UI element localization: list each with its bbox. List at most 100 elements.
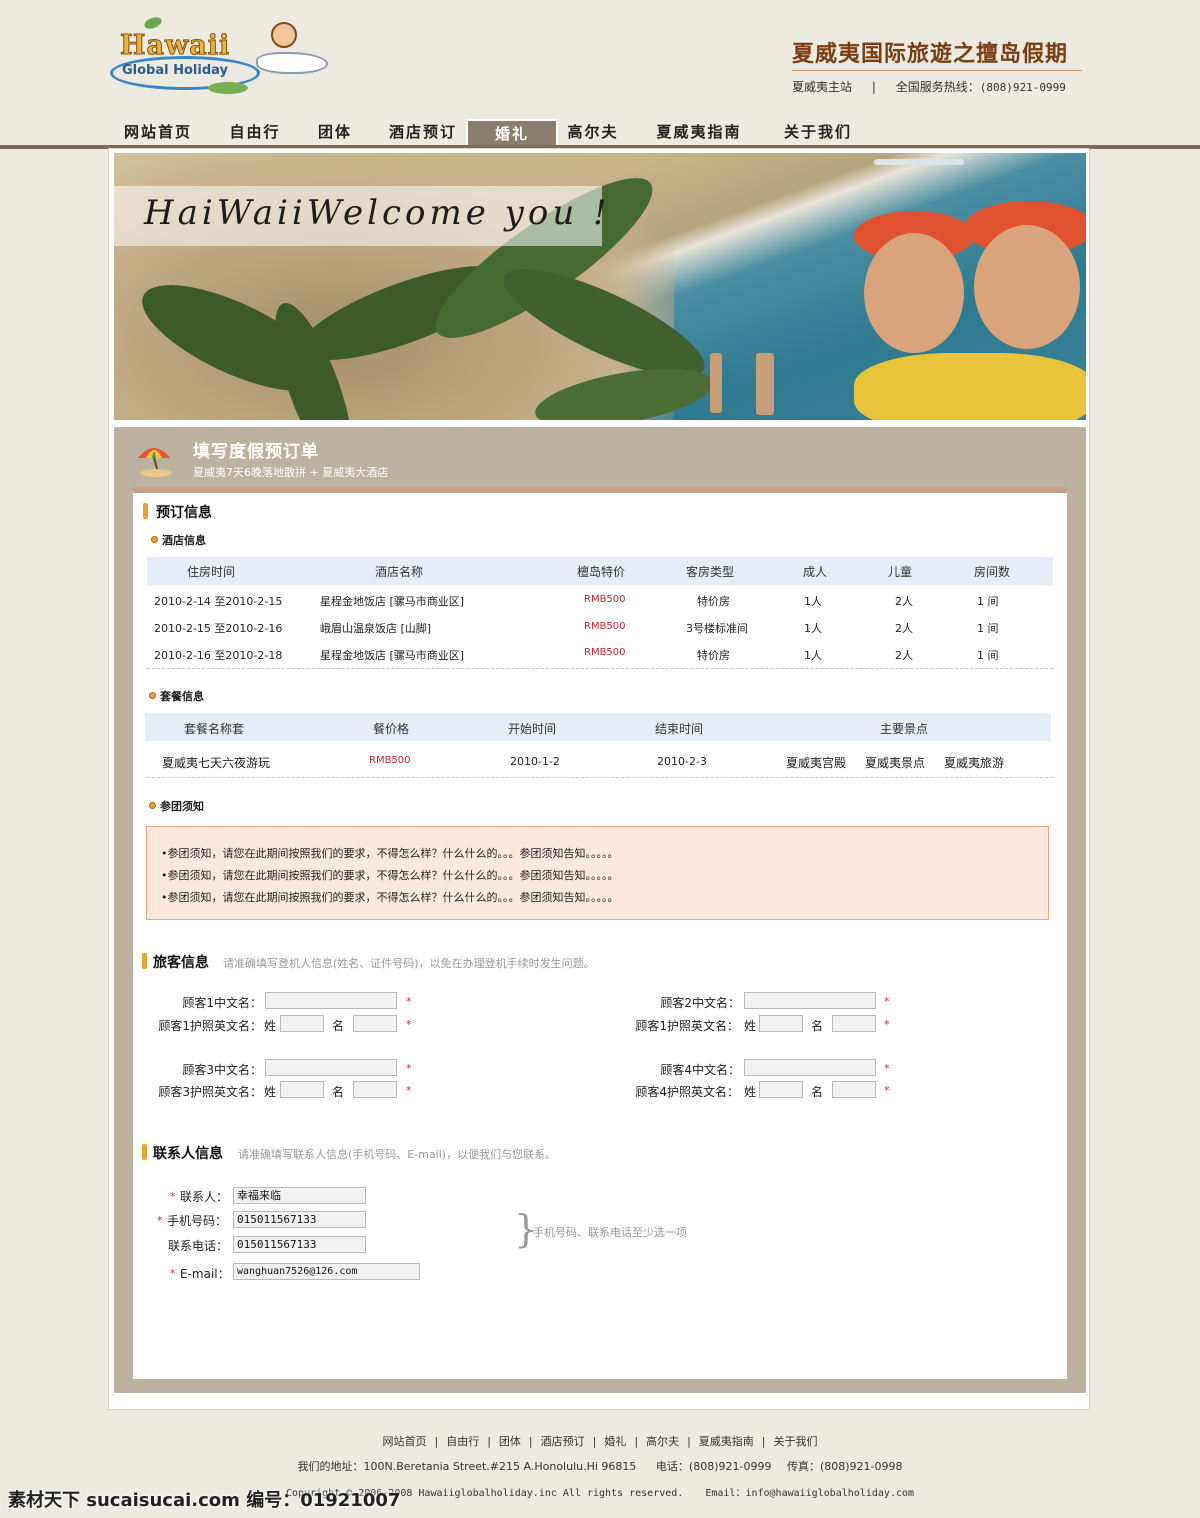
col-room-type: 客房类型 — [686, 565, 735, 579]
nav-item-free-travel[interactable]: 自由行 — [222, 119, 288, 145]
cell-hotel: 星程金地饭店 [骡马市商业区] — [320, 649, 465, 662]
cell-children: 2人 — [895, 649, 913, 662]
nav-item-about[interactable]: 关于我们 — [776, 119, 860, 145]
banner-title: HaiWaiiWelcome you ! — [144, 193, 611, 233]
traveler2-given-input[interactable] — [832, 1015, 876, 1032]
footer-separator: | — [761, 1435, 766, 1448]
traveler3-given-input[interactable] — [353, 1081, 397, 1098]
col-children: 儿童 — [888, 565, 913, 579]
traveler4-cn-name-input[interactable] — [744, 1059, 876, 1076]
contact-heading: 联系人信息 — [153, 1146, 223, 1162]
nav-item-wedding[interactable]: 婚礼 — [466, 119, 558, 145]
notice-box: •参团须知，请您在此期间按照我们的要求，不得怎么样？什么什么的。。。参团须知告知… — [146, 826, 1049, 920]
watermark: 素材天下 sucaisucai.com 编号：01921007 — [8, 1490, 401, 1511]
nav-item-home[interactable]: 网站首页 — [116, 119, 200, 145]
footer-links: 网站首页 | 自由行 | 团体 | 酒店预订 | 婚礼 | 高尔夫 | 夏威夷指南 | 关于我们 — [0, 1433, 1200, 1449]
travelers-heading: 旅客信息 — [153, 955, 209, 971]
main-site-link[interactable]: 夏威夷主站 — [792, 80, 852, 94]
cell-price: RMB500 — [584, 647, 626, 658]
col-adults: 成人 — [803, 565, 828, 579]
footer-address-line: 我们的地址：100N.Beretania Street.#215 A.Honol… — [0, 1458, 1200, 1474]
contact-name-label: 联系人： — [180, 1190, 229, 1204]
traveler2-surname-input[interactable] — [759, 1015, 803, 1032]
cell-attraction: 夏威夷旅游 — [944, 756, 1005, 770]
cell-room-type: 特价房 — [697, 595, 730, 608]
traveler2-en-label: 顾客1护照英文名： — [635, 1019, 739, 1033]
cell-adults: 1人 — [804, 595, 822, 608]
leaf-icon — [142, 15, 164, 31]
phone-label: 联系电话： — [168, 1239, 229, 1253]
mobile-input[interactable]: 015011567133 — [233, 1211, 366, 1228]
traveler3-en-label: 顾客3护照英文名： — [158, 1085, 262, 1099]
col-rooms: 房间数 — [974, 565, 1011, 579]
col-special-price: 檀岛特价 — [577, 565, 626, 579]
cell-hotel: 星程金地饭店 [骡马市商业区] — [320, 595, 465, 608]
footer-separator: | — [687, 1435, 691, 1448]
nav-item-golf[interactable]: 高尔夫 — [560, 119, 626, 145]
site-logo[interactable]: Hawaii Global Holiday — [108, 15, 338, 98]
given-name-label: 名 — [332, 1019, 345, 1033]
traveler1-en-label: 顾客1护照英文名： — [158, 1019, 262, 1033]
notice-line: •参团须知，请您在此期间按照我们的要求，不得怎么样？什么什么的。。。参团须知告知… — [161, 847, 619, 860]
airplane-icon — [256, 52, 328, 74]
section-marker — [143, 503, 148, 519]
nav-item-guide[interactable]: 夏威夷指南 — [648, 119, 750, 145]
email-input[interactable]: wanghuan7526@126.com — [233, 1263, 420, 1280]
beach-person — [756, 353, 774, 415]
footer-link-home[interactable]: 网站首页 — [382, 1435, 426, 1448]
cell-price: RMB500 — [584, 594, 626, 605]
cell-end-date: 2010-2-3 — [657, 755, 707, 768]
footer-tel: 电话：(808)921-0999 — [655, 1460, 772, 1473]
booking-heading: 预订信息 — [156, 505, 212, 521]
hero-banner: HaiWaiiWelcome you ! — [114, 153, 1086, 420]
notice-heading: 参团须知 — [160, 800, 204, 813]
traveler4-en-label: 顾客4护照英文名： — [635, 1085, 739, 1099]
required-mark: * — [406, 1062, 412, 1075]
phone-input[interactable]: 015011567133 — [233, 1236, 366, 1253]
traveler4-surname-input[interactable] — [759, 1081, 803, 1098]
cell-dates: 2010-2-14 至2010-2-15 — [154, 595, 283, 608]
required-mark: * — [884, 1018, 890, 1031]
footer-link-hotel[interactable]: 酒店预订 — [541, 1435, 585, 1448]
contact-hint: 手机号码、联系电话至少选一项 — [533, 1226, 687, 1239]
cell-rooms: 1 间 — [977, 622, 999, 635]
travelers-note: 请准确填写登机人信息(姓名、证件号码)，以免在办理登机手续时发生问题。 — [223, 957, 595, 970]
nav-item-group[interactable]: 团体 — [310, 119, 360, 145]
footer-link-about[interactable]: 关于我们 — [774, 1435, 818, 1448]
email-label: E-mail： — [180, 1267, 230, 1281]
footer-link-wedding[interactable]: 婚礼 — [604, 1435, 626, 1448]
notice-line: •参团须知，请您在此期间按照我们的要求，不得怎么样？什么什么的。。。参团须知告知… — [161, 891, 619, 904]
traveler4-given-input[interactable] — [832, 1081, 876, 1098]
divider — [147, 668, 1053, 669]
required-mark: * — [170, 1190, 176, 1203]
col-package-price: 餐价格 — [373, 722, 410, 736]
contact-name-input[interactable]: 幸福来临 — [233, 1187, 366, 1204]
footer-link-free-travel[interactable]: 自由行 — [446, 1435, 479, 1448]
surfboard — [874, 159, 964, 165]
traveler1-surname-input[interactable] — [280, 1015, 324, 1032]
footer-separator: | — [487, 1435, 491, 1448]
cell-attraction: 夏威夷景点 — [865, 756, 926, 770]
traveler3-surname-input[interactable] — [280, 1081, 324, 1098]
footer-link-golf[interactable]: 高尔夫 — [646, 1435, 679, 1448]
surname-label: 姓 — [744, 1019, 757, 1033]
footer-link-group[interactable]: 团体 — [499, 1435, 521, 1448]
hotline-number: (808)921-0999 — [979, 81, 1066, 94]
footer-link-guide[interactable]: 夏威夷指南 — [699, 1435, 754, 1448]
required-mark: * — [884, 1084, 890, 1097]
required-mark: * — [884, 995, 890, 1008]
separator: | — [871, 80, 876, 94]
notice-line: •参团须知，请您在此期间按照我们的要求，不得怎么样？什么什么的。。。参团须知告知… — [161, 869, 619, 882]
traveler1-given-input[interactable] — [353, 1015, 397, 1032]
nav-item-hotel[interactable]: 酒店预订 — [382, 119, 464, 145]
flower-lei — [854, 353, 1086, 420]
traveler3-cn-name-input[interactable] — [265, 1059, 397, 1076]
traveler2-cn-name-input[interactable] — [744, 992, 876, 1009]
section-marker — [142, 1144, 147, 1160]
given-name-label: 名 — [811, 1085, 824, 1099]
footer-email[interactable]: Email：info@hawaiiglobalholiday.com — [705, 1488, 914, 1499]
traveler3-cn-label: 顾客3中文名： — [182, 1063, 262, 1077]
beach-umbrella-icon — [138, 448, 172, 477]
footer-separator: | — [434, 1435, 439, 1448]
traveler1-cn-name-input[interactable] — [265, 992, 397, 1009]
